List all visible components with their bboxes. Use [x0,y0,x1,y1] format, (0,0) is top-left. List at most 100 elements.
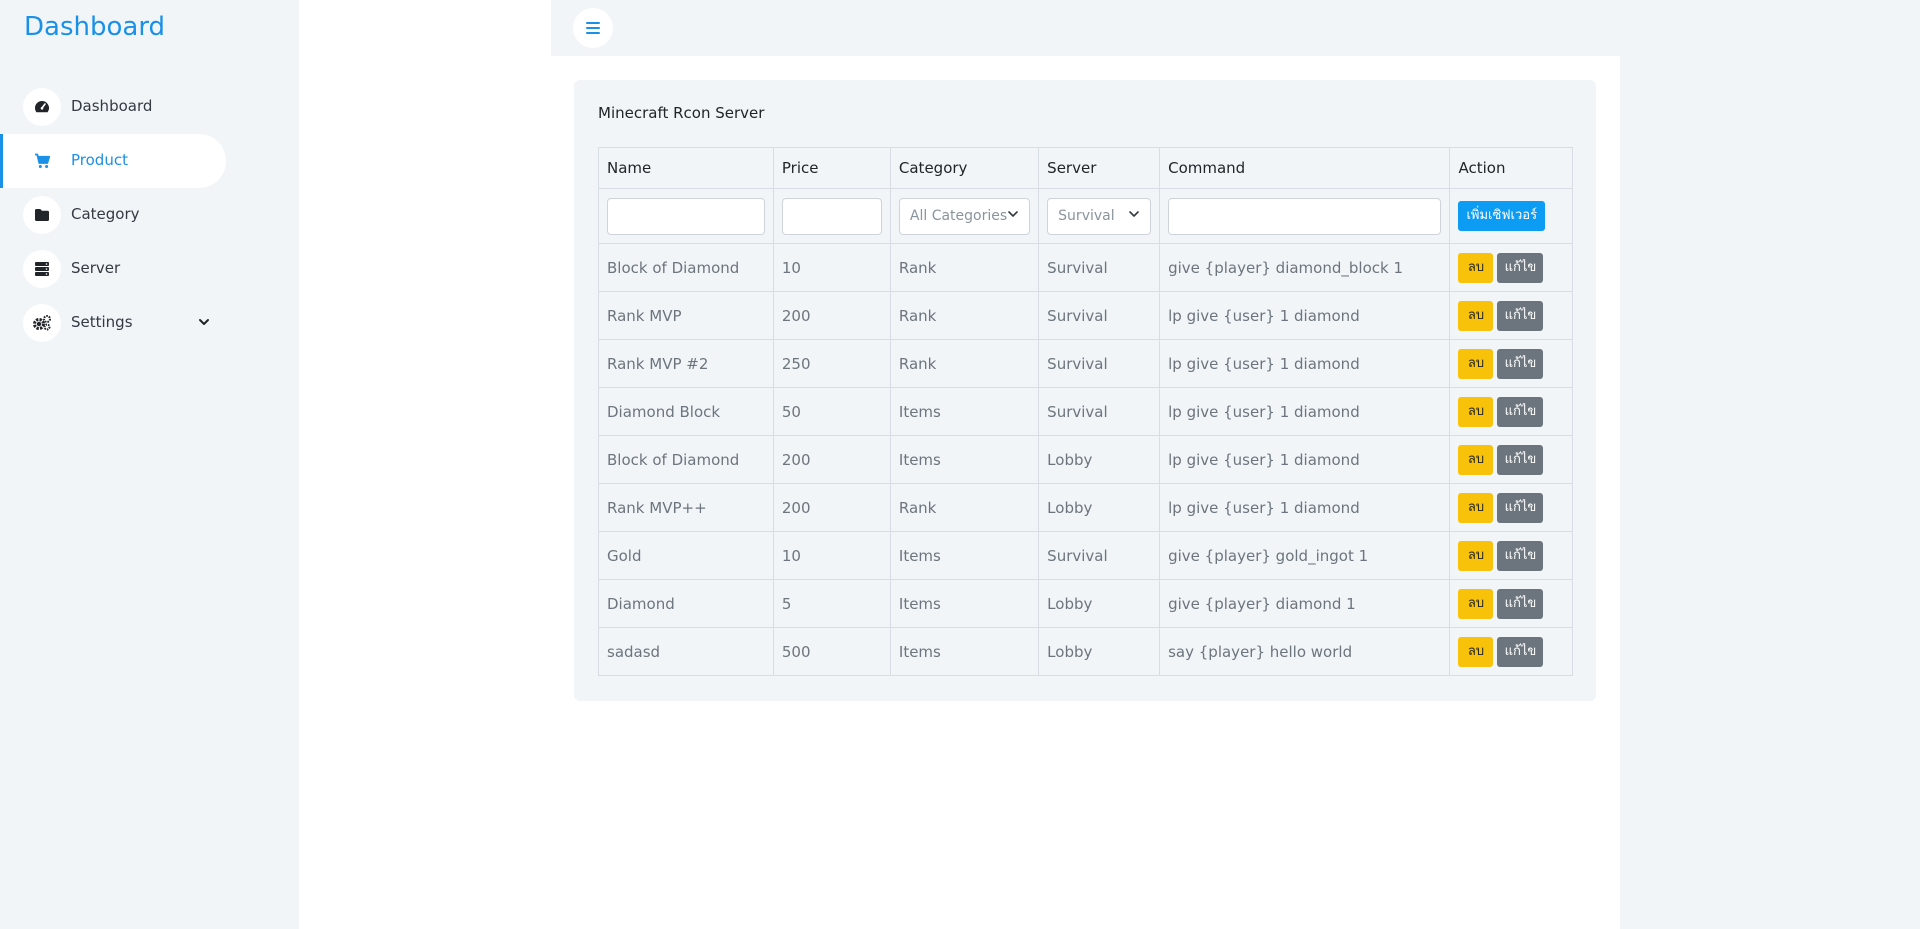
command-input[interactable] [1168,197,1442,235]
cell-action: ลบ แก้ไข [1449,291,1573,340]
delete-button[interactable]: ลบ [1458,444,1494,475]
gears-icon [23,304,61,342]
cell-name: Rank MVP #2 [598,339,774,388]
table-header-row: Name Price Category Server Command Actio… [598,147,1573,189]
cell-category: Rank [889,243,1040,292]
edit-button[interactable]: แก้ไข [1497,300,1544,331]
menu-toggle-button[interactable] [573,8,613,48]
sidebar-item-dashboard[interactable]: Dashboard [0,80,226,134]
delete-button[interactable]: ลบ [1458,348,1494,379]
server-icon [23,250,61,288]
delete-button[interactable]: ลบ [1458,396,1494,427]
cell-category: Items [889,387,1040,436]
sidebar-item-label: Server [71,259,121,277]
cell-price: 5 [772,579,891,628]
gauge-icon [23,88,61,126]
server-select[interactable]: Survival [1047,197,1152,235]
edit-button[interactable]: แก้ไข [1497,252,1544,283]
chevron-down-icon [198,313,210,332]
edit-button[interactable]: แก้ไข [1497,492,1544,523]
table-row: Diamond 5 Items Lobby give {player} diamond … [598,579,1573,628]
card-title: Minecraft Rcon Server [598,104,765,122]
filter-cell: เพิ่มเซิฟเวอร์ [1449,188,1573,244]
cart-icon [23,142,61,180]
cell-action: ลบ แก้ไข [1449,243,1573,292]
column-header-name: Name [598,147,774,189]
edit-button[interactable]: แก้ไข [1497,540,1544,571]
sidebar-item-label: Dashboard [71,97,153,115]
sidebar-nav: Dashboard Product Category Server Settin… [0,80,299,350]
chevron-down-icon [1007,208,1019,224]
delete-button[interactable]: ลบ [1458,252,1494,283]
table-row: Block of Diamond 200 Items Lobby lp give {us… [598,435,1573,484]
edit-button[interactable]: แก้ไข [1497,444,1544,475]
edit-button[interactable]: แก้ไข [1497,348,1544,379]
cell-server: Lobby [1038,627,1161,676]
cell-action: ลบ แก้ไข [1449,387,1573,436]
table-row: sadasd 500 Items Lobby say {player} hello wo… [598,627,1573,676]
cell-server: Survival [1038,243,1161,292]
sidebar-item-product[interactable]: Product [0,134,226,188]
sidebar-item-category[interactable]: Category [0,188,226,242]
cell-price: 500 [772,627,891,676]
cell-command: lp give {user} 1 diamond [1159,387,1451,436]
sidebar: Dashboard Dashboard Product Category Ser… [0,0,299,929]
cell-category: Rank [889,483,1040,532]
cell-price: 200 [772,291,891,340]
edit-button[interactable]: แก้ไข [1497,588,1544,619]
cell-name: Gold [598,531,774,580]
cell-command: give {player} diamond 1 [1159,579,1451,628]
filter-cell: All Categories [889,188,1040,244]
cell-category: Items [889,627,1040,676]
category-select[interactable]: All Categories [898,197,1031,235]
topbar [551,0,1620,56]
table-row: Rank MVP 200 Rank Survival lp give {user} 1 … [598,291,1573,340]
cell-name: sadasd [598,627,774,676]
hamburger-icon [586,19,600,38]
cell-server: Survival [1038,291,1161,340]
cell-server: Survival [1038,387,1161,436]
cell-price: 50 [772,387,891,436]
cell-action: ลบ แก้ไข [1449,531,1573,580]
cell-category: Items [889,435,1040,484]
cell-name: Diamond [598,579,774,628]
sidebar-item-server[interactable]: Server [0,242,226,296]
filter-cell [772,188,891,244]
brand-title[interactable]: Dashboard [24,12,165,42]
table-row: Gold 10 Items Survival give {player} gold_in… [598,531,1573,580]
delete-button[interactable]: ลบ [1458,588,1494,619]
cell-action: ลบ แก้ไข [1449,483,1573,532]
cell-command: lp give {user} 1 diamond [1159,483,1451,532]
delete-button[interactable]: ลบ [1458,540,1494,571]
delete-button[interactable]: ลบ [1458,636,1494,667]
delete-button[interactable]: ลบ [1458,300,1494,331]
cell-name: Block of Diamond [598,435,774,484]
cell-name: Diamond Block [598,387,774,436]
right-panel [1620,0,1920,929]
name-input[interactable] [607,197,765,235]
cell-action: ลบ แก้ไข [1449,579,1573,628]
product-table: Name Price Category Server Command Actio… [598,147,1573,676]
cell-command: say {player} hello world [1159,627,1451,676]
cell-command: lp give {user} 1 diamond [1159,435,1451,484]
product-card: Minecraft Rcon Server Name Price Categor… [574,80,1596,701]
column-header-action: Action [1449,147,1573,189]
table-row: Block of Diamond 10 Rank Survival give {play… [598,243,1573,292]
edit-button[interactable]: แก้ไข [1497,396,1544,427]
price-input[interactable] [781,197,882,235]
cell-price: 250 [772,339,891,388]
cell-command: give {player} gold_ingot 1 [1159,531,1451,580]
cell-name: Rank MVP++ [598,483,774,532]
filter-row: All Categories Survival เพิ่มเซิฟเวอร์ [598,188,1573,244]
cell-category: Items [889,579,1040,628]
column-header-category: Category [889,147,1040,189]
column-header-command: Command [1159,147,1451,189]
sidebar-item-settings[interactable]: Settings [0,296,226,350]
cell-action: ลบ แก้ไข [1449,339,1573,388]
cell-server: Lobby [1038,579,1161,628]
add-server-button[interactable]: เพิ่มเซิฟเวอร์ [1458,201,1546,231]
edit-button[interactable]: แก้ไข [1497,636,1544,667]
filter-cell [598,188,774,244]
delete-button[interactable]: ลบ [1458,492,1494,523]
cell-price: 200 [772,435,891,484]
